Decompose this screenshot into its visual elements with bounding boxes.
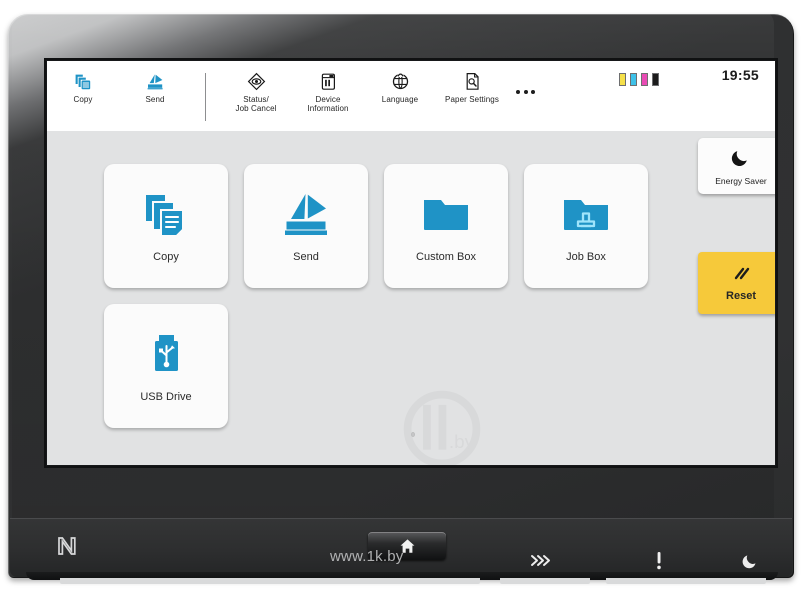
dot: [523, 90, 528, 94]
copy-icon: [73, 70, 93, 93]
device-information-icon: [319, 70, 338, 93]
processing-indicator: [527, 549, 553, 571]
device-foot: [606, 578, 766, 584]
header-button-label: Status/ Job Cancel: [235, 95, 277, 113]
header-button-label: Copy: [73, 95, 93, 104]
page-indicator-dot[interactable]: [411, 432, 415, 437]
tile-label: Send: [293, 251, 319, 263]
header-shortcut-group: Copy Send Status/ Job Cancel Device Info…: [47, 61, 543, 131]
folder-icon: [419, 185, 473, 245]
reset-label: Reset: [726, 289, 756, 302]
tile-label: Copy: [153, 251, 179, 263]
copy-documents-icon: [139, 185, 193, 245]
device-foot: [500, 578, 590, 584]
header-bar: Copy Send Status/ Job Cancel Device Info…: [47, 61, 775, 131]
clock: 19:55: [721, 67, 759, 83]
status-job-cancel-icon: [246, 70, 267, 93]
header-button-device-information[interactable]: Device Information: [292, 61, 364, 123]
tile-row: USB Drive: [104, 304, 660, 428]
nfc-logo-icon[interactable]: [54, 533, 80, 559]
header-button-language[interactable]: Language: [364, 61, 436, 123]
printer-control-panel: Copy Send Status/ Job Cancel Device Info…: [0, 0, 812, 595]
tile-row: Copy Send Custom Box Job Box: [104, 164, 660, 288]
header-button-label: Device Information: [307, 95, 349, 113]
language-icon: [391, 70, 410, 93]
send-scan-icon: [279, 185, 333, 245]
dot: [531, 90, 535, 94]
side-rail: Energy Saver Reset: [688, 131, 775, 465]
toner-cyan: [630, 73, 637, 86]
header-button-paper-settings[interactable]: Paper Settings: [436, 61, 508, 123]
reset-slashes-icon: [730, 265, 752, 288]
home-screen: .by Copy Send Custom Box Job Box USB Dri…: [47, 131, 775, 465]
header-button-status-job-cancel[interactable]: Status/ Job Cancel: [220, 61, 292, 123]
home-icon: [400, 539, 414, 553]
tile-label: Job Box: [566, 251, 606, 263]
lcd-touchscreen[interactable]: Copy Send Status/ Job Cancel Device Info…: [46, 60, 776, 466]
tile-label: Custom Box: [416, 251, 476, 263]
send-icon: [145, 70, 165, 93]
tile-grid: Copy Send Custom Box Job Box USB Drive: [104, 164, 660, 444]
reset-button[interactable]: Reset: [698, 252, 775, 314]
header-more-button[interactable]: [508, 61, 543, 123]
paper-settings-icon: [463, 70, 482, 93]
header-button-copy[interactable]: Copy: [47, 61, 119, 123]
home-hardware-button[interactable]: [368, 532, 446, 560]
usb-drive-icon: [139, 325, 193, 385]
tile-label: USB Drive: [140, 391, 192, 403]
attention-indicator: [646, 549, 672, 571]
tile-usb-drive[interactable]: USB Drive: [104, 304, 228, 428]
tile-send[interactable]: Send: [244, 164, 368, 288]
toner-magenta: [641, 73, 648, 86]
header-button-send[interactable]: Send: [119, 61, 191, 123]
header-button-label: Send: [145, 95, 165, 104]
tile-copy[interactable]: Copy: [104, 164, 228, 288]
header-button-label: Language: [381, 95, 419, 104]
toner-yellow: [619, 73, 626, 86]
energy-saver-indicator: [737, 549, 763, 571]
tile-job-box[interactable]: Job Box: [524, 164, 648, 288]
toner-black: [652, 73, 659, 86]
header-divider: [205, 73, 206, 121]
energy-saver-button[interactable]: Energy Saver: [698, 138, 775, 194]
folder-print-icon: [559, 185, 613, 245]
energy-saver-label: Energy Saver: [715, 176, 767, 186]
tile-custom-box[interactable]: Custom Box: [384, 164, 508, 288]
moon-icon: [730, 146, 752, 173]
device-foot: [60, 578, 480, 584]
dot: [516, 90, 520, 94]
toner-level-indicators: [619, 73, 659, 86]
header-button-label: Paper Settings: [445, 95, 499, 104]
